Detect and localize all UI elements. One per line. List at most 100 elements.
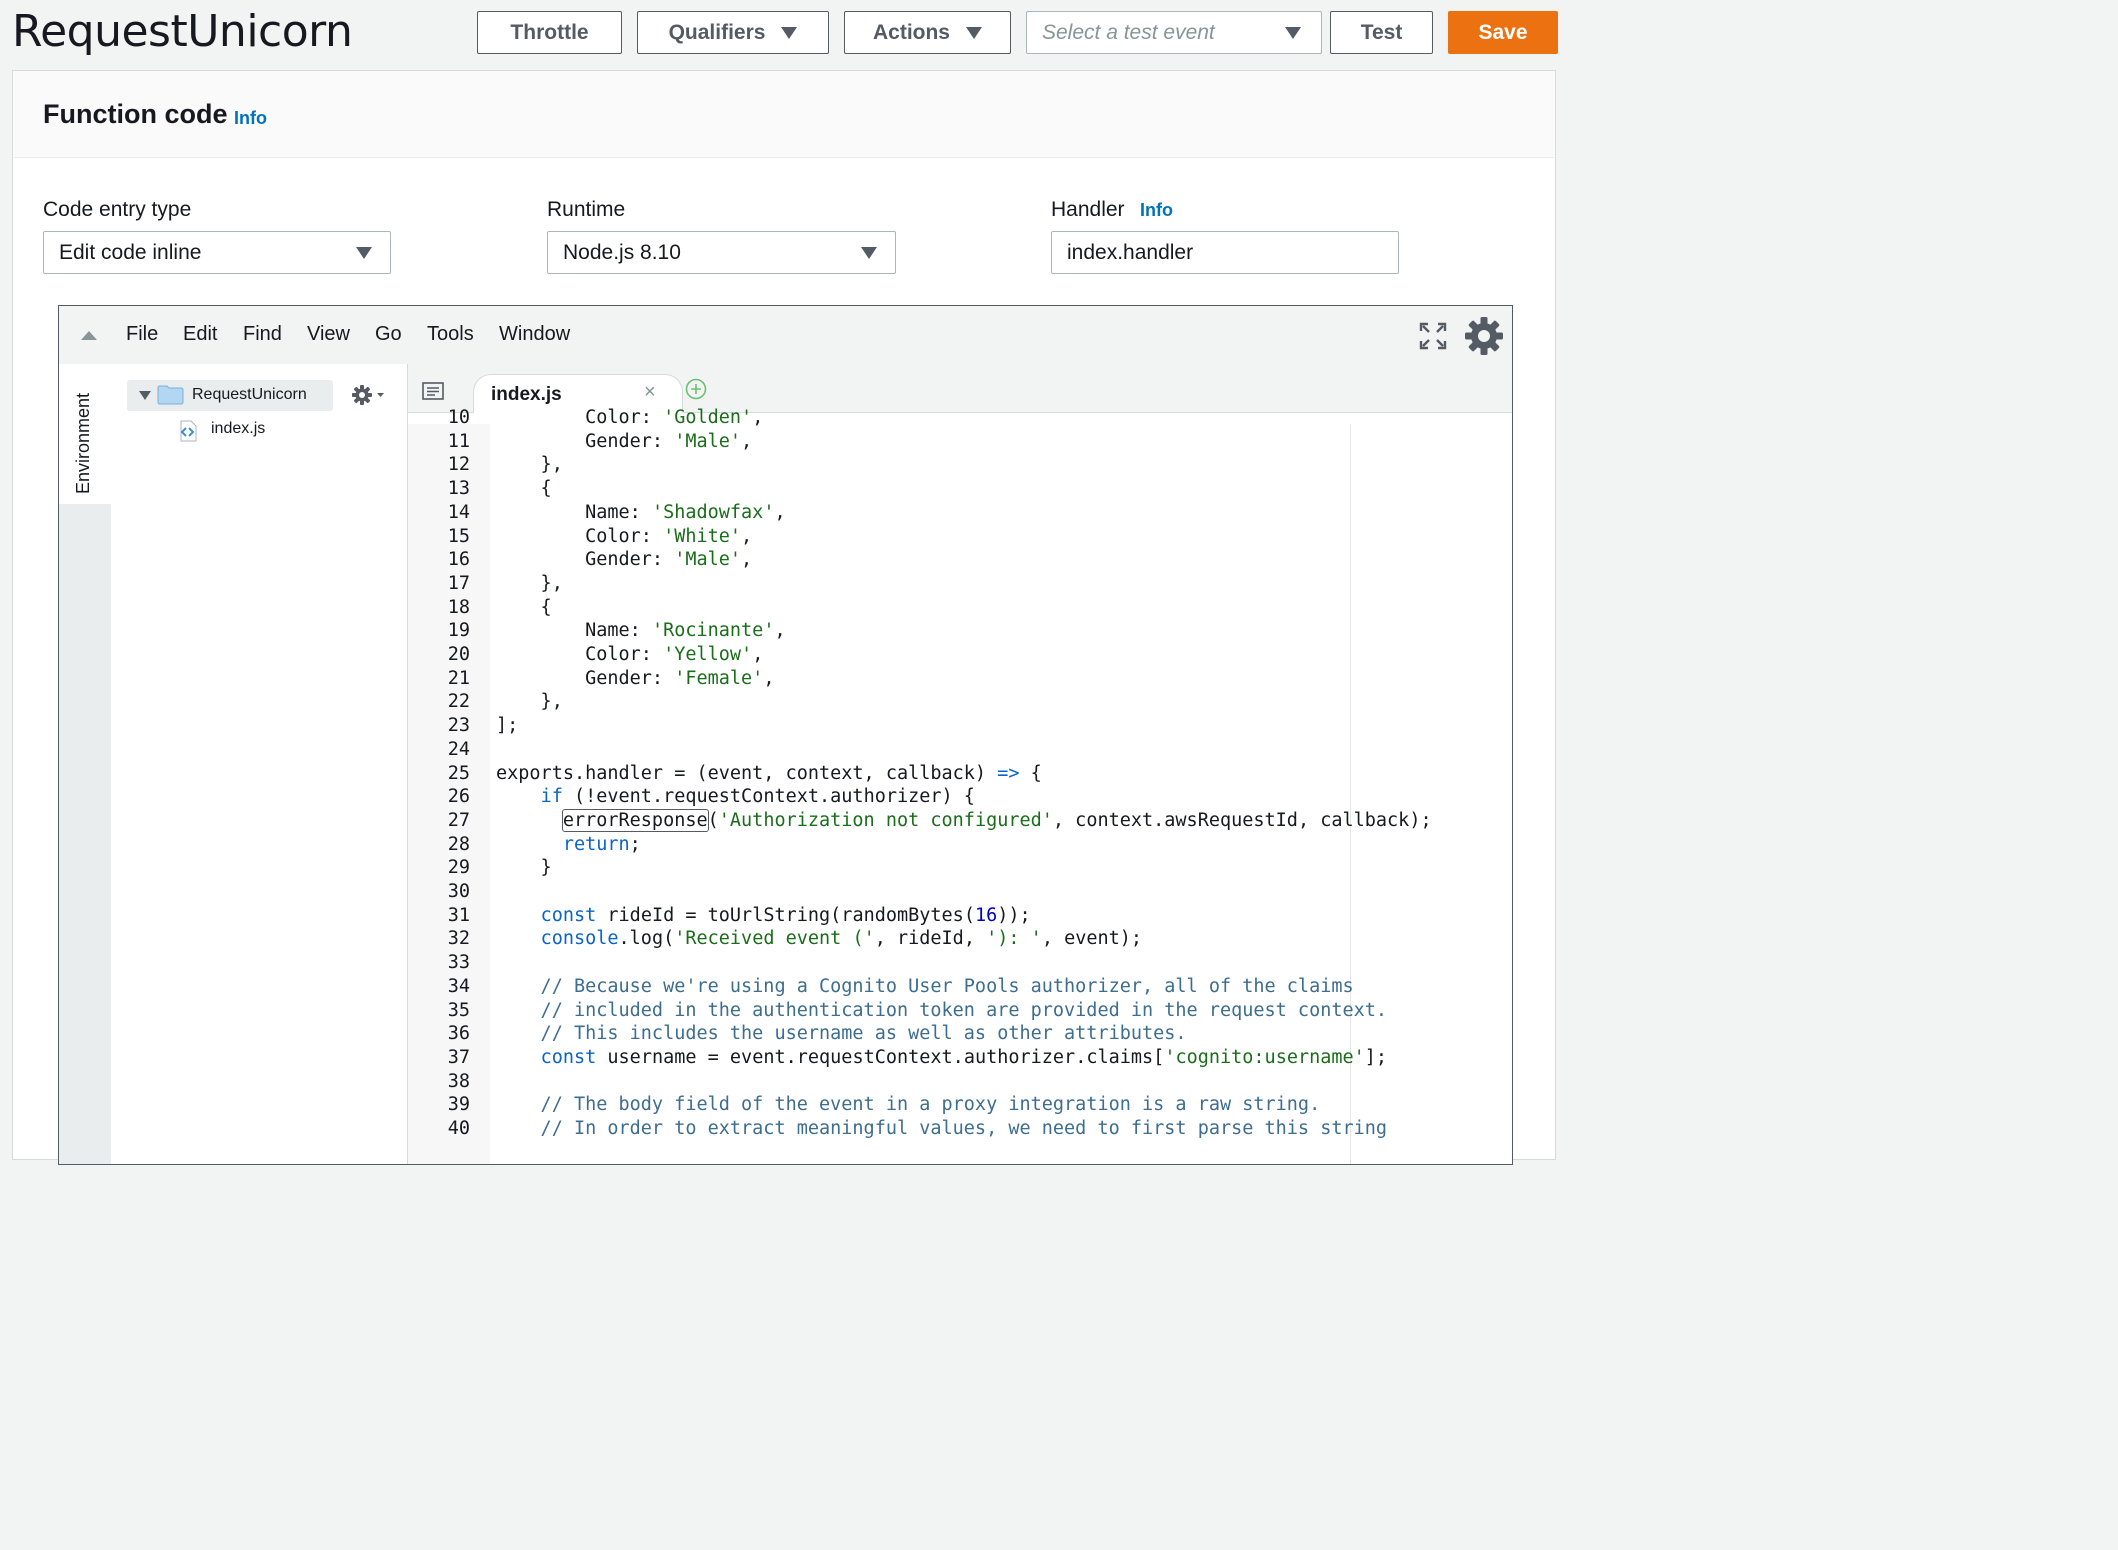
code-text: // Because we're using a Cognito User Po… [496,975,1354,999]
code-token: , [741,549,753,571]
runtime-select[interactable]: Node.js 8.10 [547,231,896,274]
code-token: (!event.requestContext.authorizer) { [562,786,975,808]
code-token: ( [707,809,719,831]
tree-file-index-js[interactable]: index.js [211,420,265,438]
code-token: console [540,928,619,950]
code-token: , [741,430,753,452]
code-token: rideId = toUrlString(randomBytes( [596,904,975,926]
qualifiers-label: Qualifiers [668,20,766,44]
menu-view[interactable]: View [307,323,350,346]
code-token: 'Rocinante' [651,620,775,642]
handler-label: Handler [1051,198,1125,221]
code-token: 'Male' [674,549,742,571]
code-token: username = event.requestContext.authoriz… [596,1046,1165,1068]
environment-label: Environment [73,392,93,494]
actions-dropdown[interactable]: Actions [844,11,1011,54]
code-lines: 10 Color: 'Golden', 11 Gender: 'Male', 12 … [408,408,1512,1164]
line-number: 34 [447,975,470,997]
code-token: return [562,833,630,855]
code-text: if (!event.requestContext.authorizer) { [496,785,975,809]
code-token: }, [496,691,563,713]
caret-down-icon [861,247,877,259]
code-text: return; [496,833,641,857]
line-number: 23 [447,715,470,737]
save-button[interactable]: Save [1448,11,1558,54]
line-number: 36 [447,1023,470,1045]
close-tab-icon[interactable]: × [644,381,656,404]
code-text: }, [496,453,563,477]
code-text: // In order to extract meaningful values… [496,1117,1388,1141]
code-token: 'Male' [674,430,742,452]
fullscreen-icon[interactable] [1419,322,1447,350]
actions-label: Actions [872,20,950,44]
editor-tabbar: index.js × [408,364,1512,413]
line-number: 13 [447,478,470,500]
caret-down-icon [1285,27,1301,39]
line-number: 12 [447,454,470,476]
code-entry-type-select[interactable]: Edit code inline [43,231,391,274]
qualifiers-dropdown[interactable]: Qualifiers [637,11,829,54]
menu-file[interactable]: File [126,323,158,346]
line-number: 14 [447,501,470,523]
throttle-button[interactable]: Throttle [477,11,622,54]
code-token: { [496,478,552,500]
code-text: // The body field of the event in a prox… [496,1093,1321,1117]
code-token: 'Shadowfax' [651,501,775,523]
code-text: Gender: 'Male', [496,548,752,572]
code-token: ]; [496,715,519,737]
editor-menubar: File Edit Find View Go Tools Window [59,306,1512,365]
handler-input[interactable]: index.handler [1051,231,1399,274]
line-number: 40 [447,1118,470,1139]
line-number: 28 [447,833,470,855]
line-number: 39 [447,1094,470,1116]
code-token: , [752,644,764,665]
code-token: 'Female' [674,667,764,689]
menu-tools[interactable]: Tools [427,323,474,346]
add-tab-icon[interactable] [685,378,707,400]
function-code-info-link[interactable]: Info [234,108,267,129]
save-label: Save [1478,20,1528,44]
tree-root-folder[interactable]: RequestUnicorn [127,380,333,411]
line-number: 11 [447,430,470,452]
tab-label: index.js [491,384,562,405]
tree-settings-icon[interactable] [351,384,385,406]
tab-list-icon[interactable] [422,382,444,400]
menu-edit[interactable]: Edit [183,323,217,346]
collapse-menu-icon[interactable] [81,331,97,340]
line-number: 10 [447,408,470,428]
code-token: const [540,904,597,926]
line-number: 16 [447,549,470,571]
code-token: Color: [496,408,664,428]
top-header: RequestUnicorn Throttle Qualifiers Actio… [0,0,1568,68]
code-token: Color: [496,525,664,547]
code-token: // Because we're using a Cognito User Po… [496,975,1354,997]
menu-window[interactable]: Window [499,323,570,346]
code-text: // included in the authentication token … [496,999,1388,1023]
settings-gear-icon[interactable] [1464,316,1504,356]
code-text: ]; [496,714,518,738]
code-text: const rideId = toUrlString(randomBytes(1… [496,904,1031,928]
handler-info-link[interactable]: Info [1140,200,1173,221]
runtime-label: Runtime [547,198,626,221]
caret-down-icon[interactable] [139,391,151,400]
line-number: 17 [447,572,470,594]
line-number: 25 [447,762,470,784]
test-event-select[interactable]: Select a test event [1026,11,1322,54]
environment-tab[interactable]: Environment [59,364,112,504]
code-text: Name: 'Rocinante', [496,619,786,643]
code-token: 'Authorization not configured' [718,809,1053,831]
menu-go[interactable]: Go [375,323,402,346]
panel-title: Function code [43,99,228,129]
code-token: , [774,620,786,642]
menu-find[interactable]: Find [243,323,282,346]
line-number: 19 [447,620,470,642]
code-token: , context.awsRequestId, callback); [1052,809,1432,831]
line-number: 32 [447,928,470,950]
test-button[interactable]: Test [1330,11,1433,54]
code-token: // This includes the username as well as… [496,1023,1187,1045]
code-token: Color: [496,644,664,665]
